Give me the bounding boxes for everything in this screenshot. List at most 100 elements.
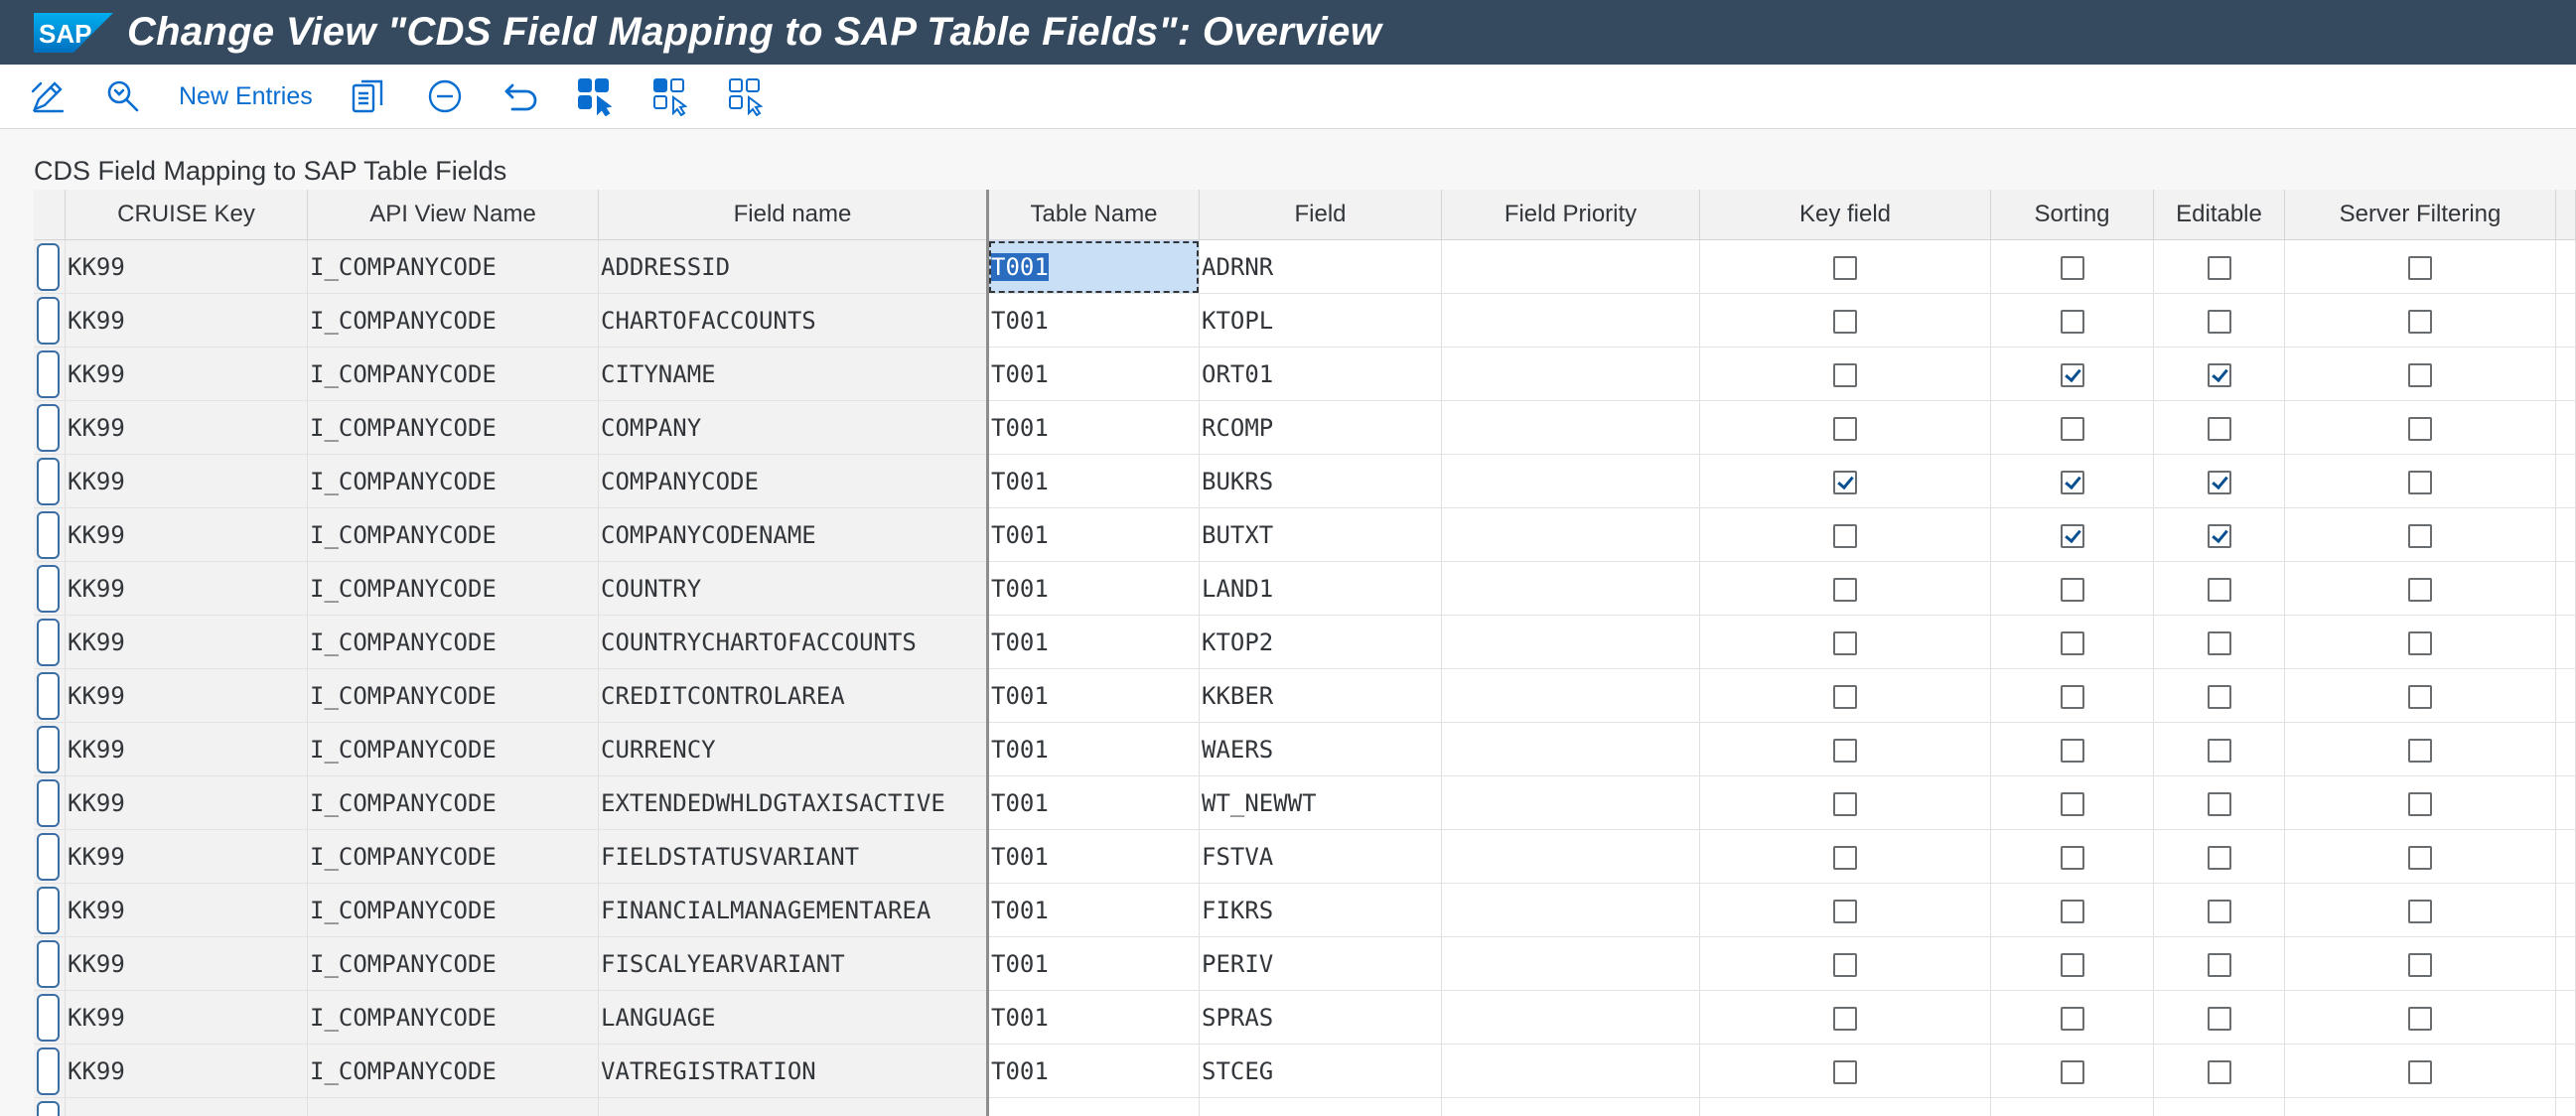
sorting-checkbox[interactable] bbox=[2060, 952, 2084, 977]
table-name-cell[interactable]: T001 bbox=[987, 936, 1200, 991]
field-priority-cell[interactable] bbox=[1441, 936, 1700, 991]
table-name-cell[interactable]: T001 bbox=[987, 829, 1200, 884]
key-field-checkbox[interactable] bbox=[1833, 1059, 1857, 1084]
sorting-checkbox[interactable] bbox=[2060, 899, 2084, 923]
row-selector[interactable] bbox=[34, 883, 66, 937]
key-field-checkbox[interactable] bbox=[1833, 1006, 1857, 1031]
row-selector[interactable] bbox=[34, 239, 66, 294]
column-header-table-name[interactable]: Table Name bbox=[987, 190, 1200, 240]
key-field-checkbox[interactable] bbox=[1833, 416, 1857, 441]
sorting-checkbox[interactable] bbox=[2060, 738, 2084, 763]
field-priority-cell[interactable] bbox=[1441, 775, 1700, 830]
select-all-rows-corner[interactable] bbox=[34, 190, 66, 240]
field-cell[interactable]: PERIV bbox=[1199, 936, 1442, 991]
deselect-all-icon[interactable] bbox=[725, 74, 769, 118]
row-selector[interactable] bbox=[34, 347, 66, 401]
editable-checkbox[interactable] bbox=[2207, 255, 2231, 280]
sorting-checkbox[interactable] bbox=[2060, 470, 2084, 494]
field-priority-cell[interactable] bbox=[1441, 1044, 1700, 1098]
server-filtering-checkbox[interactable] bbox=[2408, 952, 2432, 977]
field-priority-cell[interactable] bbox=[1441, 561, 1700, 616]
editable-checkbox[interactable] bbox=[2207, 1059, 2231, 1084]
editable-checkbox[interactable] bbox=[2207, 899, 2231, 923]
key-field-checkbox[interactable] bbox=[1833, 523, 1857, 548]
row-selector-handle[interactable] bbox=[37, 832, 60, 881]
field-cell[interactable]: RCOMP bbox=[1199, 400, 1442, 455]
sorting-checkbox[interactable] bbox=[2060, 845, 2084, 870]
row-selector-handle[interactable] bbox=[37, 510, 60, 559]
field-cell[interactable]: WT_NEWWT bbox=[1199, 775, 1442, 830]
undo-icon[interactable] bbox=[500, 74, 543, 118]
key-field-checkbox[interactable] bbox=[1833, 684, 1857, 709]
key-field-checkbox[interactable] bbox=[1833, 362, 1857, 387]
sorting-checkbox[interactable] bbox=[2060, 577, 2084, 602]
table-name-cell[interactable]: T001 bbox=[987, 347, 1200, 401]
field-priority-cell[interactable] bbox=[1441, 293, 1700, 348]
key-field-checkbox[interactable] bbox=[1833, 791, 1857, 816]
field-priority-cell[interactable] bbox=[1441, 454, 1700, 508]
row-selector[interactable] bbox=[34, 1044, 66, 1098]
row-selector[interactable] bbox=[34, 775, 66, 830]
row-selector[interactable] bbox=[34, 293, 66, 348]
row-selector-handle[interactable] bbox=[37, 403, 60, 452]
row-selector[interactable] bbox=[34, 722, 66, 776]
sorting-checkbox[interactable] bbox=[2060, 630, 2084, 655]
column-header-field-name[interactable]: Field name bbox=[598, 190, 989, 240]
sorting-checkbox[interactable] bbox=[2060, 684, 2084, 709]
field-priority-cell[interactable] bbox=[1441, 668, 1700, 723]
editable-checkbox[interactable] bbox=[2207, 577, 2231, 602]
select-block-icon[interactable] bbox=[649, 74, 693, 118]
row-selector[interactable] bbox=[34, 990, 66, 1045]
column-header-cruise-key[interactable]: CRUISE Key bbox=[65, 190, 308, 240]
row-selector[interactable] bbox=[34, 561, 66, 616]
field-cell[interactable]: LAND1 bbox=[1199, 561, 1442, 616]
delete-icon[interactable] bbox=[423, 74, 467, 118]
row-selector[interactable] bbox=[34, 668, 66, 723]
key-field-checkbox[interactable] bbox=[1833, 899, 1857, 923]
field-cell[interactable]: KTOP2 bbox=[1199, 615, 1442, 669]
field-cell[interactable]: FIKRS bbox=[1199, 883, 1442, 937]
row-selector-handle[interactable] bbox=[37, 618, 60, 666]
editable-checkbox[interactable] bbox=[2207, 684, 2231, 709]
sorting-checkbox[interactable] bbox=[2060, 791, 2084, 816]
sorting-checkbox[interactable] bbox=[2060, 309, 2084, 334]
table-name-cell[interactable]: T001 bbox=[987, 507, 1200, 562]
field-cell[interactable]: SPRAS bbox=[1199, 990, 1442, 1045]
editable-checkbox[interactable] bbox=[2207, 1006, 2231, 1031]
table-name-cell[interactable]: T001 bbox=[987, 293, 1200, 348]
row-selector[interactable] bbox=[34, 454, 66, 508]
field-priority-cell[interactable] bbox=[1441, 829, 1700, 884]
field-cell[interactable]: ORT01 bbox=[1199, 347, 1442, 401]
row-selector-handle[interactable] bbox=[37, 886, 60, 934]
column-header-server-filtering[interactable]: Server Filtering bbox=[2284, 190, 2556, 240]
empty-cell[interactable] bbox=[1441, 1097, 1700, 1116]
row-selector[interactable] bbox=[34, 936, 66, 991]
server-filtering-checkbox[interactable] bbox=[2408, 630, 2432, 655]
key-field-checkbox[interactable] bbox=[1833, 738, 1857, 763]
table-name-cell[interactable]: T001 bbox=[987, 722, 1200, 776]
editable-checkbox[interactable] bbox=[2207, 416, 2231, 441]
select-all-icon[interactable] bbox=[574, 74, 618, 118]
copy-icon[interactable] bbox=[347, 74, 390, 118]
table-name-cell[interactable]: T001 bbox=[987, 668, 1200, 723]
field-priority-cell[interactable] bbox=[1441, 990, 1700, 1045]
table-name-cell[interactable]: T001 bbox=[987, 1044, 1200, 1098]
key-field-checkbox[interactable] bbox=[1833, 470, 1857, 494]
server-filtering-checkbox[interactable] bbox=[2408, 362, 2432, 387]
empty-cell[interactable] bbox=[1199, 1097, 1442, 1116]
row-selector[interactable] bbox=[34, 507, 66, 562]
row-selector[interactable] bbox=[34, 1097, 66, 1116]
row-selector[interactable] bbox=[34, 829, 66, 884]
server-filtering-checkbox[interactable] bbox=[2408, 684, 2432, 709]
field-priority-cell[interactable] bbox=[1441, 883, 1700, 937]
sorting-checkbox[interactable] bbox=[2060, 362, 2084, 387]
table-name-cell[interactable]: T001 bbox=[987, 883, 1200, 937]
server-filtering-checkbox[interactable] bbox=[2408, 1006, 2432, 1031]
field-cell[interactable]: KTOPL bbox=[1199, 293, 1442, 348]
field-cell[interactable]: KKBER bbox=[1199, 668, 1442, 723]
row-selector[interactable] bbox=[34, 615, 66, 669]
row-selector-handle[interactable] bbox=[37, 1046, 60, 1095]
row-selector-handle[interactable] bbox=[37, 671, 60, 720]
sorting-checkbox[interactable] bbox=[2060, 1006, 2084, 1031]
table-name-cell[interactable]: T001 bbox=[987, 239, 1200, 294]
